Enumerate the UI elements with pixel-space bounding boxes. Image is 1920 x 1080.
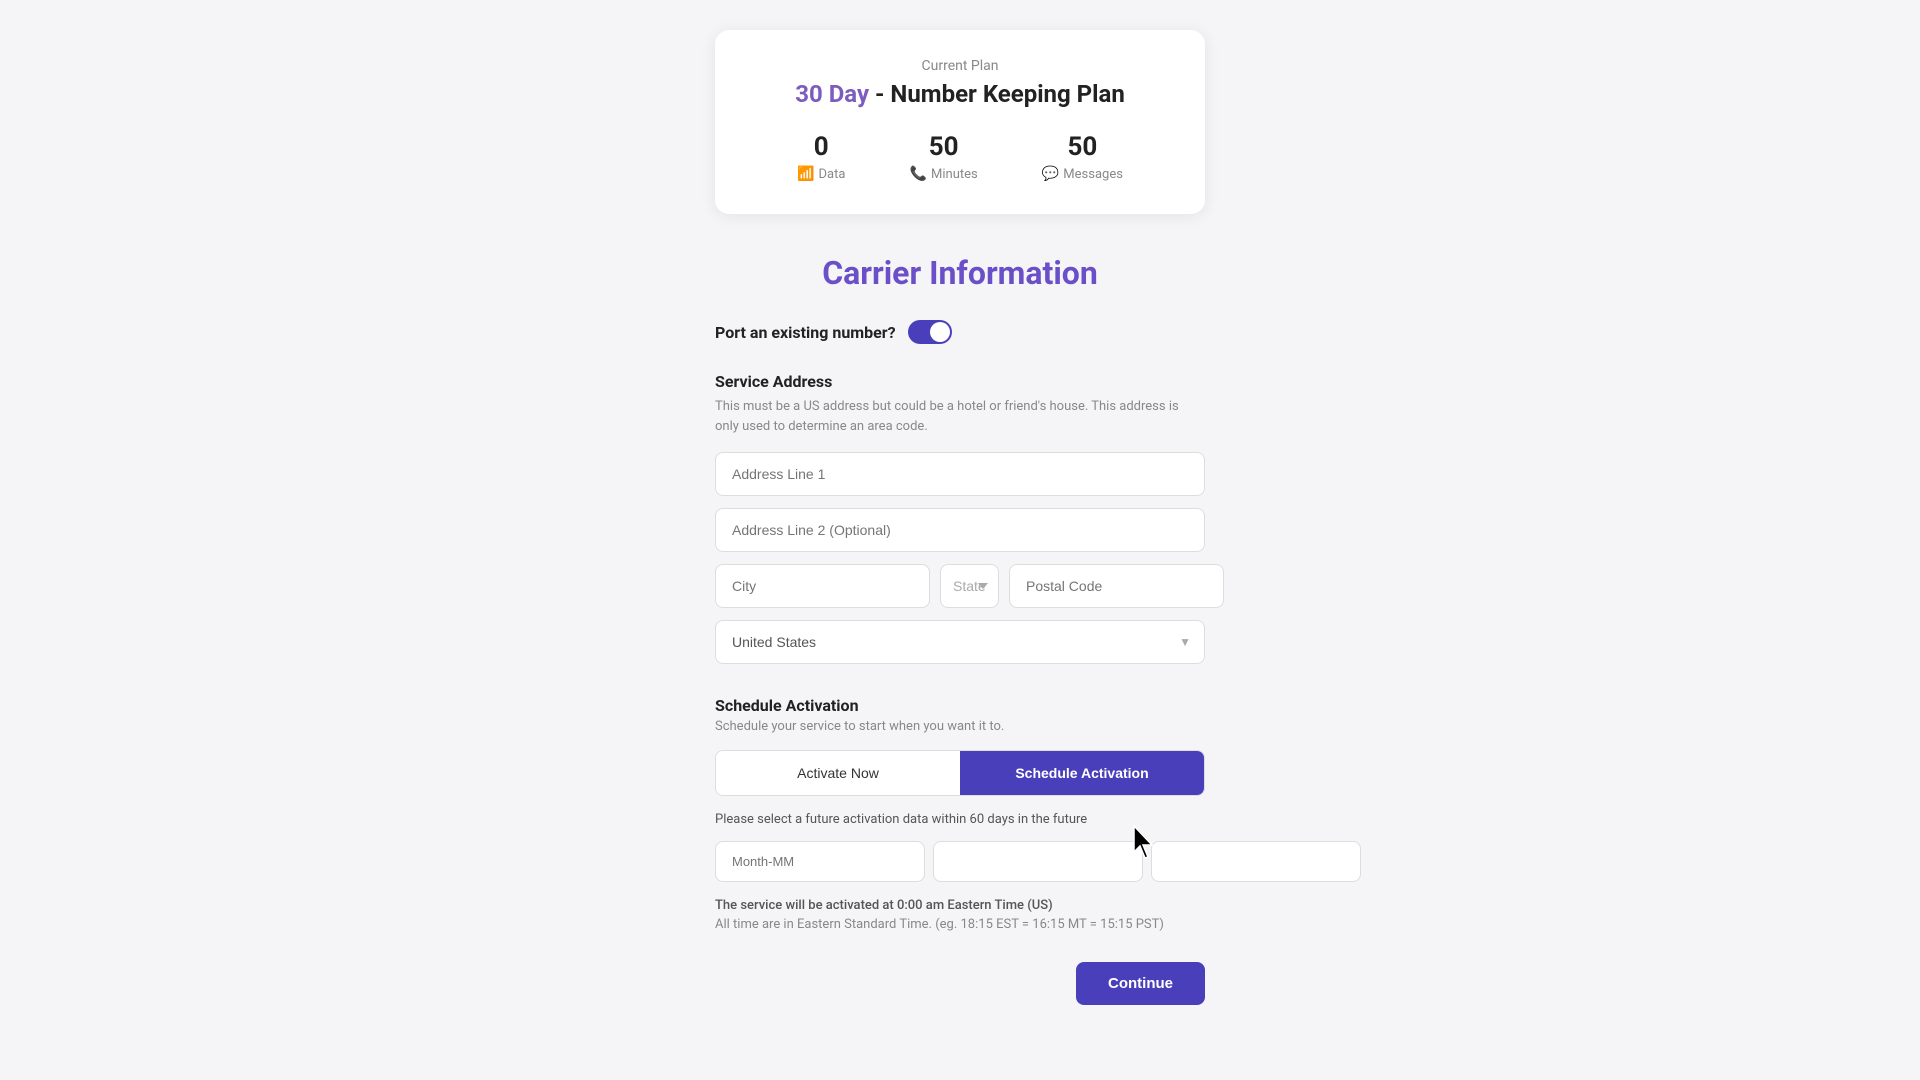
country-select[interactable]: United States — [715, 620, 1205, 664]
postal-code-input[interactable] — [1009, 564, 1224, 608]
schedule-desc: Schedule your service to start when you … — [715, 719, 1205, 734]
stat-minutes: 50 📞 Minutes — [910, 132, 978, 182]
activation-toggle-row: Activate Now Schedule Activation — [715, 750, 1205, 796]
phone-icon: 📞 — [910, 166, 927, 182]
port-toggle-row: Port an existing number? — [715, 320, 1205, 344]
stat-data: 0 📶 Data — [797, 132, 845, 182]
continue-row: Continue — [715, 962, 1205, 1005]
stat-minutes-label: 📞 Minutes — [910, 166, 978, 182]
address-line2-input[interactable] — [715, 508, 1205, 552]
stat-data-value: 0 — [814, 132, 829, 162]
plan-stats: 0 📶 Data 50 📞 Minutes 50 💬 Messages — [775, 132, 1145, 182]
carrier-form: Carrier Information Port an existing num… — [715, 254, 1205, 1005]
service-address-section: Service Address This must be a US addres… — [715, 372, 1205, 696]
plan-card-title: 30 Day - Number Keeping Plan — [775, 80, 1145, 108]
port-label: Port an existing number? — [715, 323, 896, 342]
activate-now-button[interactable]: Activate Now — [716, 751, 960, 795]
plan-highlight: 30 Day — [795, 80, 869, 108]
stat-messages-label: 💬 Messages — [1042, 166, 1123, 182]
schedule-activation-button[interactable]: Schedule Activation — [960, 751, 1204, 795]
time-note: The service will be activated at 0:00 am… — [715, 898, 1205, 913]
state-select[interactable]: State — [940, 564, 999, 608]
year-input[interactable] — [1151, 841, 1361, 882]
date-row — [715, 841, 1205, 882]
message-icon: 💬 — [1042, 166, 1059, 182]
stat-data-label: 📶 Data — [797, 166, 845, 182]
continue-button[interactable]: Continue — [1076, 962, 1205, 1005]
carrier-section-title: Carrier Information — [715, 254, 1205, 292]
plan-card: Current Plan 30 Day - Number Keeping Pla… — [715, 30, 1205, 214]
city-input[interactable] — [715, 564, 930, 608]
stat-minutes-value: 50 — [929, 132, 959, 162]
country-select-wrapper: United States ▼ — [715, 620, 1205, 664]
day-input[interactable] — [933, 841, 1143, 882]
time-note-sub: All time are in Eastern Standard Time. (… — [715, 917, 1205, 932]
stat-messages-value: 50 — [1067, 132, 1097, 162]
activation-hint: Please select a future activation data w… — [715, 812, 1205, 827]
month-input[interactable] — [715, 841, 925, 882]
wifi-icon: 📶 — [797, 166, 814, 182]
plan-card-label: Current Plan — [775, 58, 1145, 74]
service-address-header: Service Address — [715, 372, 1205, 391]
address-line1-input[interactable] — [715, 452, 1205, 496]
city-state-postal-row: State — [715, 564, 1205, 608]
schedule-header: Schedule Activation — [715, 696, 1205, 715]
schedule-activation-section: Schedule Activation Schedule your servic… — [715, 696, 1205, 962]
stat-messages: 50 💬 Messages — [1042, 132, 1123, 182]
service-address-desc: This must be a US address but could be a… — [715, 397, 1205, 436]
port-toggle[interactable] — [908, 320, 952, 344]
